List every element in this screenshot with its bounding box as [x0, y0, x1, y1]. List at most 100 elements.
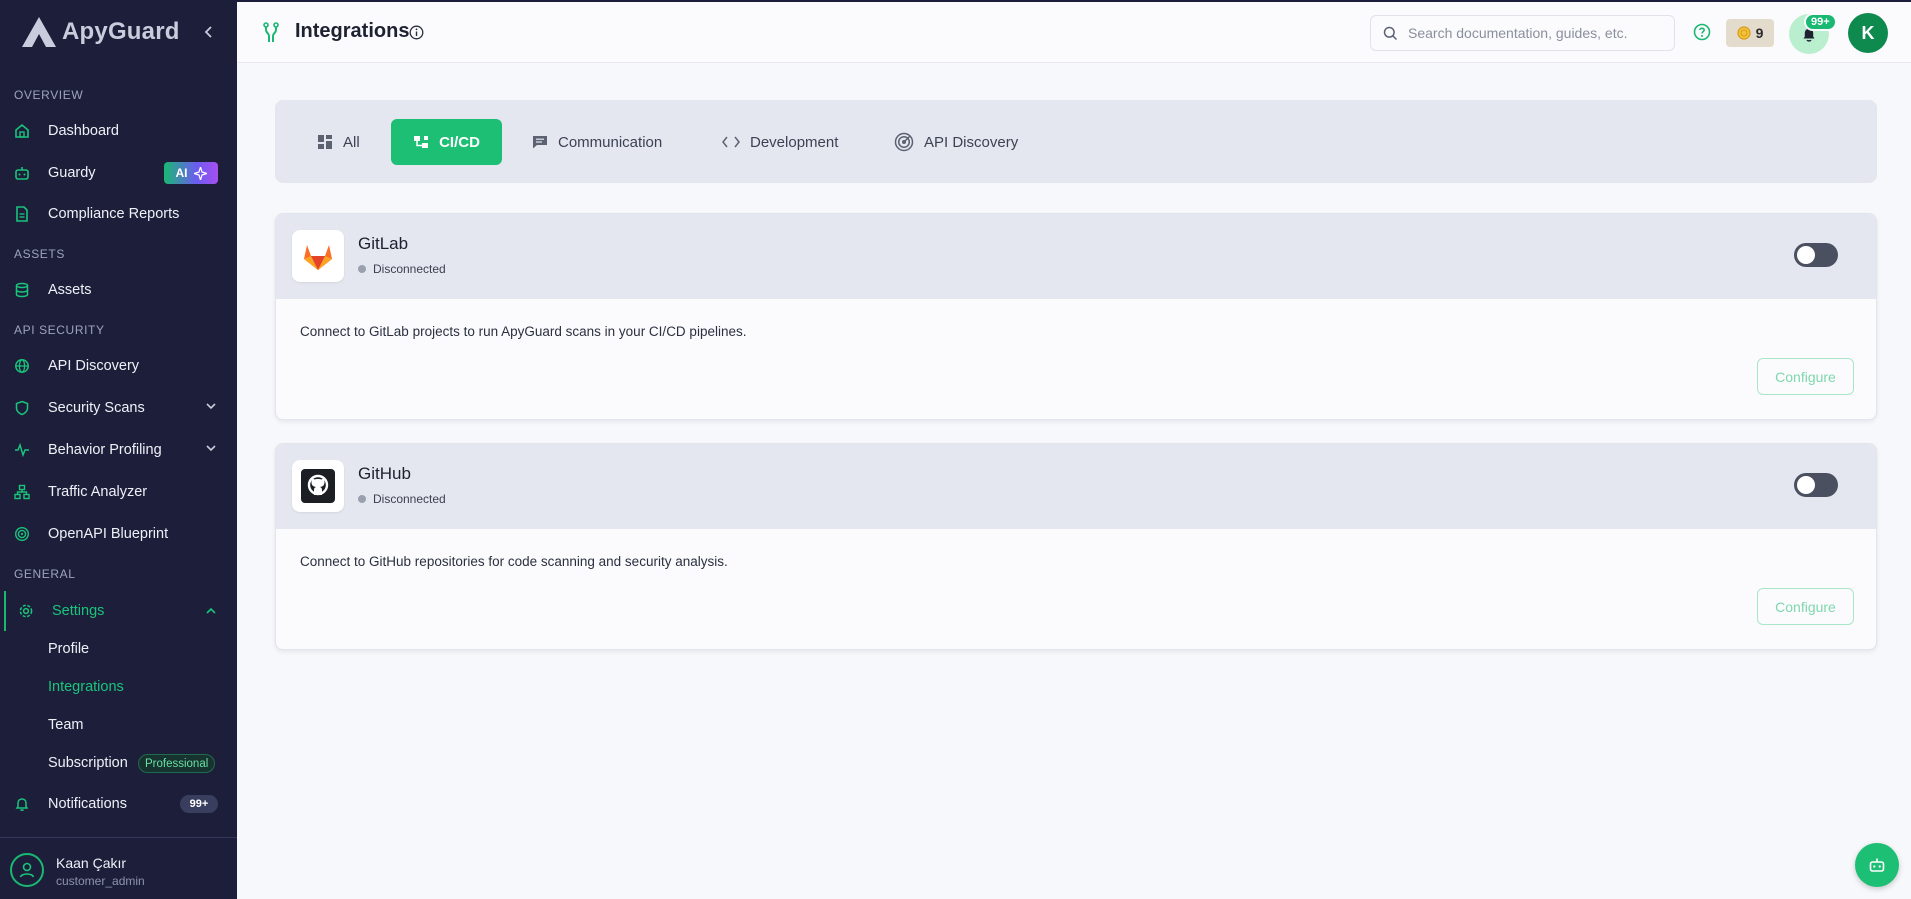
search-input[interactable] — [1408, 25, 1658, 41]
sidebar: ApyGuard OVERVIEW Dashboard Guardy AI Co… — [0, 0, 237, 899]
chevron-up-icon — [206, 607, 216, 614]
integration-card-gitlab: GitLab Disconnected Connect to GitLab pr… — [275, 213, 1877, 420]
activity-icon — [14, 442, 30, 458]
tab-label: Communication — [558, 133, 663, 151]
status-label: Disconnected — [373, 262, 446, 276]
sidebar-item-openapi-blueprint[interactable]: OpenAPI Blueprint — [0, 514, 237, 554]
integration-name: GitHub — [358, 464, 411, 483]
tab-all[interactable]: All — [301, 119, 376, 165]
tab-development[interactable]: Development — [706, 119, 854, 165]
sidebar-item-label: Compliance Reports — [48, 206, 180, 222]
section-label-api-security: API SECURITY — [14, 323, 105, 337]
fingerprint-icon — [14, 526, 30, 542]
status-dot — [358, 495, 366, 503]
gitlab-logo-icon — [292, 230, 344, 282]
sidebar-item-label: API Discovery — [48, 358, 140, 374]
coin-icon — [1736, 26, 1751, 40]
integration-description: Connect to GitLab projects to run ApyGua… — [300, 324, 747, 339]
status-label: Disconnected — [373, 492, 446, 506]
notifications-badge: 99+ — [1804, 13, 1837, 31]
tab-label: All — [343, 133, 360, 151]
globe-icon — [14, 358, 30, 374]
sidebar-subitem-integrations[interactable]: Integrations — [48, 679, 124, 695]
grid-icon — [318, 135, 332, 149]
tab-label: CI/CD — [439, 133, 480, 151]
plan-badge: Professional — [138, 754, 216, 773]
github-logo-icon — [292, 460, 344, 512]
integration-card-github: GitHub Disconnected Connect to GitHub re… — [275, 443, 1877, 650]
category-tabs: All CI/CD Communication Development API … — [275, 100, 1877, 183]
github-enable-toggle[interactable] — [1794, 473, 1838, 497]
section-label-assets: ASSETS — [14, 247, 65, 261]
collapse-sidebar-button[interactable] — [199, 20, 219, 44]
bell-icon — [14, 796, 30, 812]
brand-name: ApyGuard — [62, 18, 180, 45]
sidebar-item-label: Traffic Analyzer — [48, 484, 148, 500]
sidebar-subitem-team[interactable]: Team — [48, 717, 83, 733]
sidebar-item-security-scans[interactable]: Security Scans — [0, 388, 237, 428]
info-icon[interactable] — [409, 25, 424, 45]
sidebar-subitem-profile[interactable]: Profile — [48, 641, 89, 657]
sidebar-item-behavior-profiling[interactable]: Behavior Profiling — [0, 430, 237, 470]
sidebar-item-assets[interactable]: Assets — [0, 270, 237, 310]
sidebar-item-label: Security Scans — [48, 400, 145, 416]
integration-icon — [261, 22, 283, 49]
page-title: Integrations — [295, 20, 410, 42]
sidebar-item-label: Notifications — [48, 796, 127, 812]
shield-icon — [14, 400, 30, 416]
gitlab-enable-toggle[interactable] — [1794, 243, 1838, 267]
sidebar-item-label: Settings — [52, 603, 105, 619]
code-icon — [722, 136, 740, 148]
sidebar-item-label: Dashboard — [48, 123, 119, 139]
brand-logo[interactable]: ApyGuard — [20, 14, 180, 50]
user-icon — [19, 862, 35, 878]
robot-icon — [14, 165, 30, 181]
search-icon — [1383, 26, 1398, 40]
chevron-left-icon — [204, 26, 212, 38]
tab-api-discovery[interactable]: API Discovery — [878, 119, 1034, 165]
sidebar-item-settings[interactable]: Settings — [4, 591, 233, 631]
connection-status: Disconnected — [358, 492, 446, 506]
tab-label: API Discovery — [924, 133, 1019, 151]
sidebar-item-traffic-analyzer[interactable]: Traffic Analyzer — [0, 472, 237, 512]
chevron-down-icon — [206, 403, 216, 410]
help-icon[interactable] — [1693, 23, 1711, 46]
sidebar-item-label: Assets — [48, 282, 92, 298]
sidebar-item-label: OpenAPI Blueprint — [48, 526, 169, 542]
notifications-count-badge: 99+ — [180, 795, 218, 813]
status-dot — [358, 265, 366, 273]
ai-badge: AI — [164, 162, 218, 184]
apyguard-logo-icon — [22, 17, 56, 47]
ai-badge-label: AI — [175, 166, 188, 180]
chevron-down-icon — [206, 445, 216, 452]
connection-status: Disconnected — [358, 262, 446, 276]
profile-avatar[interactable]: K — [1848, 13, 1888, 53]
user-name: Kaan Çakır — [56, 855, 127, 871]
sidebar-item-api-discovery[interactable]: API Discovery — [0, 346, 237, 386]
pipeline-icon — [414, 136, 429, 148]
section-label-general: GENERAL — [14, 567, 76, 581]
configure-button[interactable]: Configure — [1757, 588, 1854, 625]
card-header: GitHub Disconnected — [276, 444, 1876, 529]
search-box[interactable] — [1370, 15, 1675, 51]
sidebar-subitem-subscription[interactable]: Subscription — [48, 755, 128, 771]
configure-button[interactable]: Configure — [1757, 358, 1854, 395]
user-avatar[interactable] — [10, 853, 44, 887]
card-header: GitLab Disconnected — [276, 214, 1876, 299]
credits-indicator[interactable]: 9 — [1726, 19, 1774, 47]
sidebar-item-compliance-reports[interactable]: Compliance Reports — [0, 194, 237, 234]
sidebar-item-dashboard[interactable]: Dashboard — [0, 111, 237, 151]
user-role: customer_admin — [56, 874, 145, 888]
gear-icon — [18, 603, 34, 619]
robot-icon — [1869, 858, 1885, 872]
tab-communication[interactable]: Communication — [516, 119, 678, 165]
database-icon — [14, 282, 30, 298]
tab-label: Development — [750, 133, 839, 151]
sidebar-item-label: Guardy — [48, 165, 96, 181]
section-label-overview: OVERVIEW — [14, 88, 84, 102]
chat-icon — [533, 136, 547, 149]
assistant-chat-button[interactable] — [1855, 843, 1899, 887]
top-header: Integrations 9 99+ K — [237, 0, 1911, 63]
document-icon — [14, 206, 30, 222]
tab-ci-cd[interactable]: CI/CD — [391, 119, 502, 165]
